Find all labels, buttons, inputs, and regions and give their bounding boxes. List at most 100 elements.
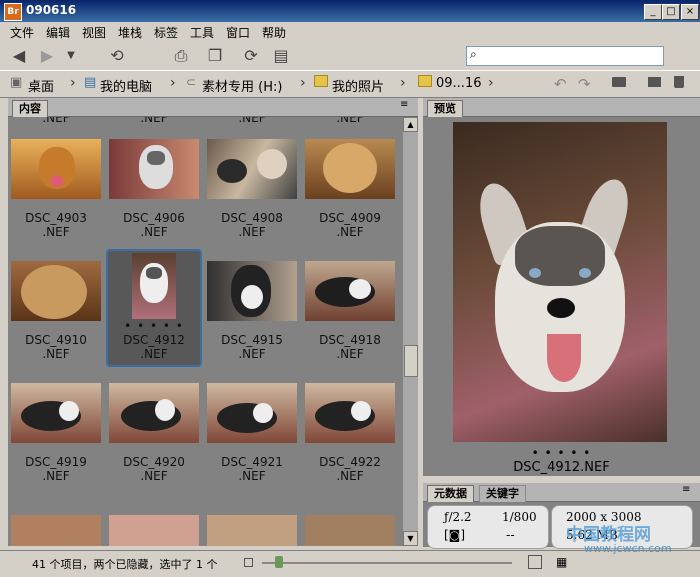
minimize-button[interactable]: _: [644, 4, 662, 20]
thumb-image: [109, 383, 199, 443]
menu-label[interactable]: 标签: [154, 24, 178, 41]
preview-filename: DSC_4912.NEF: [513, 460, 610, 475]
thumbnail-item[interactable]: DSC_4910 .NEF: [8, 253, 104, 371]
forward-arrow-icon[interactable]: ▶: [36, 46, 58, 66]
thumb-image: [109, 139, 199, 199]
open-folder-icon[interactable]: [612, 77, 626, 87]
menu-file[interactable]: 文件: [10, 24, 34, 41]
breadcrumb-my-computer[interactable]: 我的电脑: [100, 76, 152, 95]
rating-stars[interactable]: • • • • •: [108, 319, 200, 333]
rotate-right-icon[interactable]: ↷: [578, 75, 591, 93]
thumb-filename: DSC_4908: [221, 211, 283, 225]
thumb-ext: .NEF: [238, 469, 266, 483]
thumb-image-partial[interactable]: [305, 515, 395, 546]
thumb-filename: DSC_4919: [25, 455, 87, 469]
thumb-image-partial[interactable]: [11, 515, 101, 546]
open-recent-icon[interactable]: ▤: [270, 46, 292, 66]
thumb-filename: DSC_4922: [319, 455, 381, 469]
thumbnail-item[interactable]: DSC_4920 .NEF: [106, 375, 202, 493]
tab-content[interactable]: 内容: [12, 100, 48, 117]
breadcrumb-desktop[interactable]: 桌面: [28, 76, 54, 95]
menu-bar: 文件 编辑 视图 堆栈 标签 工具 窗口 帮助: [0, 22, 700, 42]
rotate-left-icon[interactable]: ↶: [554, 75, 567, 93]
new-folder-icon[interactable]: [648, 77, 661, 87]
chevron-right-icon: ›: [170, 75, 176, 91]
thumb-caption-partial: .NEF: [140, 117, 168, 125]
scroll-up-arrow[interactable]: ▲: [403, 117, 418, 132]
exposure-value: --: [506, 528, 515, 542]
thumb-image: [207, 139, 297, 199]
thumb-ext: .NEF: [140, 469, 168, 483]
thumb-ext: .NEF: [42, 225, 70, 239]
breadcrumb-my-photos[interactable]: 我的照片: [332, 76, 384, 95]
thumb-ext: .NEF: [336, 225, 364, 239]
thumbnail-item[interactable]: DSC_4906 .NEF: [106, 131, 202, 249]
preview-image: [453, 122, 667, 442]
vertical-scrollbar[interactable]: ▲ ▼: [403, 117, 418, 546]
thumb-caption-partial: .NEF: [42, 117, 70, 125]
thumb-image-partial[interactable]: [207, 515, 297, 546]
thumb-ext: .NEF: [238, 225, 266, 239]
thumb-caption-partial: .NEF: [238, 117, 266, 125]
panel-menu-icon[interactable]: ≡: [682, 484, 690, 495]
thumbnail-item[interactable]: DSC_4921 .NEF: [204, 375, 300, 493]
chevron-right-icon: ›: [488, 75, 494, 91]
maximize-button[interactable]: □: [662, 4, 680, 20]
scroll-thumb[interactable]: [404, 345, 418, 377]
thumb-filename: DSC_4906: [123, 211, 185, 225]
menu-view[interactable]: 视图: [82, 24, 106, 41]
content-panel: 内容 ≡ .NEF .NEF .NEF .NEF DSC_4903 .NEF D…: [8, 98, 418, 546]
thumb-filename: DSC_4909: [319, 211, 381, 225]
breadcrumb-current[interactable]: 09...16: [436, 76, 481, 91]
menu-window[interactable]: 窗口: [226, 24, 250, 41]
thumb-filename: DSC_4910: [25, 333, 87, 347]
window-title: 090616: [26, 3, 77, 17]
breadcrumb-drive[interactable]: 素材专用 (H:): [202, 76, 282, 95]
back-arrow-icon[interactable]: ◀: [8, 46, 30, 66]
menu-stack[interactable]: 堆栈: [118, 24, 142, 41]
thumb-size-small-icon[interactable]: [244, 558, 253, 567]
thumbnail-item[interactable]: DSC_4903 .NEF: [8, 131, 104, 249]
thumbnail-item[interactable]: DSC_4918 .NEF: [302, 253, 398, 371]
close-button[interactable]: ×: [681, 4, 699, 20]
aperture-value: ƒ/2.2: [444, 510, 472, 524]
thumb-size-large-icon[interactable]: [528, 555, 542, 569]
folder-icon: [418, 75, 432, 87]
thumbnail-item-selected[interactable]: • • • • • DSC_4912 .NEF: [106, 249, 202, 367]
thumbnail-size-slider[interactable]: [262, 562, 512, 564]
chevron-down-icon[interactable]: ▼: [60, 46, 82, 66]
tab-keywords[interactable]: 关键字: [479, 485, 526, 502]
thumb-ext: .NEF: [336, 347, 364, 361]
menu-help[interactable]: 帮助: [262, 24, 286, 41]
view-grid-icon[interactable]: ▦: [556, 555, 567, 569]
menu-edit[interactable]: 编辑: [46, 24, 70, 41]
thumbnail-item[interactable]: DSC_4908 .NEF: [204, 131, 300, 249]
chevron-right-icon: ›: [300, 75, 306, 91]
menu-tools[interactable]: 工具: [190, 24, 214, 41]
thumb-filename: DSC_4903: [25, 211, 87, 225]
tab-preview[interactable]: 预览: [427, 100, 463, 117]
toolbar: ◀ ▶ ▼ ⟲ ⎙ ❐ ⟳ ▤ ⌕: [0, 42, 700, 70]
search-input[interactable]: ⌕: [466, 46, 664, 66]
tab-metadata[interactable]: 元数据: [427, 485, 474, 502]
rotate-icon[interactable]: ⟳: [240, 46, 262, 66]
panel-menu-icon[interactable]: ≡: [400, 99, 408, 110]
thumbnail-item[interactable]: DSC_4915 .NEF: [204, 253, 300, 371]
thumbnail-item[interactable]: DSC_4909 .NEF: [302, 131, 398, 249]
title-bar: Br 090616 _ □ ×: [0, 0, 700, 22]
thumbnail-item[interactable]: DSC_4922 .NEF: [302, 375, 398, 493]
refine-icon[interactable]: ❐: [204, 46, 226, 66]
scroll-down-arrow[interactable]: ▼: [403, 531, 418, 546]
thumb-image: [305, 261, 395, 321]
recent-folder-icon[interactable]: ⟲: [106, 46, 128, 66]
thumbnail-item[interactable]: DSC_4919 .NEF: [8, 375, 104, 493]
thumb-image: [11, 383, 101, 443]
thumb-filename: DSC_4921: [221, 455, 283, 469]
thumb-image-partial[interactable]: [109, 515, 199, 546]
thumb-image: [207, 383, 297, 443]
slider-handle[interactable]: [275, 556, 283, 568]
trash-icon[interactable]: [674, 76, 684, 88]
search-icon: ⌕: [470, 47, 477, 61]
camera-download-icon[interactable]: ⎙: [170, 46, 192, 66]
preview-rating-stars[interactable]: • • • • •: [423, 446, 700, 460]
